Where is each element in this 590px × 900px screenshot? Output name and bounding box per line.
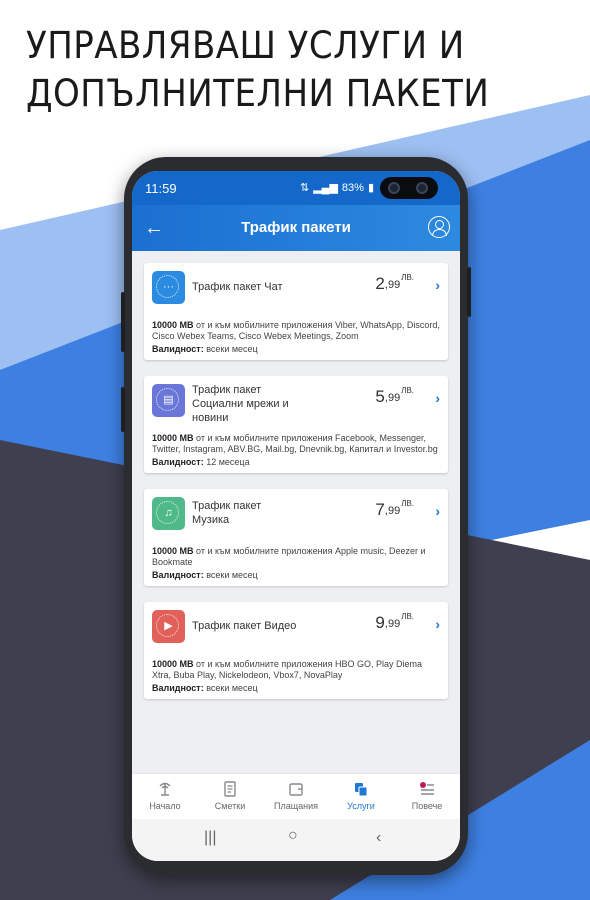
front-camera	[380, 177, 438, 199]
bill-icon	[224, 781, 236, 797]
chevron-right-icon[interactable]: ›	[435, 503, 440, 519]
package-name: Трафик пакет Чат	[192, 281, 283, 293]
system-navigation-bar: ||| ○ ‹	[132, 819, 460, 861]
package-card-music[interactable]: ♫ Трафик пакет Музика 7,99ЛВ. › 10000 MB…	[144, 489, 448, 586]
services-icon	[355, 783, 368, 797]
package-card-social[interactable]: ▤ Трафик пакет Социални мрежи и новини 5…	[144, 376, 448, 473]
nav-label: Начало	[149, 801, 181, 811]
package-description: 10000 MB от и към мобилните приложения A…	[152, 546, 426, 567]
nav-item-payments[interactable]: Плащания	[266, 780, 326, 811]
package-price: 5,99ЛВ.	[375, 386, 414, 406]
bixby-button	[121, 387, 125, 432]
packages-list: ··· Трафик пакет Чат 2,99ЛВ. › 10000 MB …	[132, 251, 460, 773]
newspaper-icon: ▤	[152, 384, 185, 417]
phone-frame: 11:59 ⇅ ▂▄▆ 83% ▮ ← Трафик пакети ··· Тр…	[121, 157, 471, 875]
battery-percent: 83%	[341, 181, 364, 194]
nav-item-more[interactable]: Повече	[397, 780, 457, 811]
package-description: 10000 MB от и към мобилните приложения H…	[152, 659, 422, 680]
power-button	[467, 267, 471, 317]
page-title: Трафик пакети	[241, 219, 351, 236]
package-validity: Валидност: всеки месец	[152, 570, 258, 580]
package-description: 10000 MB от и към мобилните приложения V…	[152, 320, 440, 341]
home-antenna-icon	[159, 782, 171, 796]
nav-item-services[interactable]: Услуги	[331, 780, 391, 811]
video-play-icon: ▶	[152, 610, 185, 643]
package-price: 7,99ЛВ.	[375, 499, 414, 519]
chevron-right-icon[interactable]: ›	[435, 390, 440, 406]
nav-label: Услуги	[347, 801, 375, 811]
package-card-video[interactable]: ▶ Трафик пакет Видео 9,99ЛВ. › 10000 MB …	[144, 602, 448, 699]
app-bar: ← Трафик пакети	[132, 205, 460, 251]
wallet-icon	[289, 783, 303, 796]
bottom-navigation: Начало Сметки Плащания Услуги Повече	[132, 773, 460, 819]
status-time: 11:59	[145, 181, 177, 196]
system-back-icon[interactable]: ‹	[376, 829, 381, 847]
signal-icon: ▂▄▆	[313, 182, 338, 194]
chat-icon: ···	[152, 271, 185, 304]
chevron-right-icon[interactable]: ›	[435, 616, 440, 632]
more-menu-icon	[420, 782, 434, 795]
package-description: 10000 MB от и към мобилните приложения F…	[152, 433, 438, 454]
headphones-icon: ♫	[152, 497, 185, 530]
chevron-right-icon[interactable]: ›	[435, 277, 440, 293]
package-validity: Валидност: всеки месец	[152, 344, 258, 354]
camera-lens-icon	[388, 182, 400, 194]
status-bar: 11:59 ⇅ ▂▄▆ 83% ▮	[132, 171, 460, 205]
package-name: Трафик пакет Социални мрежи и новини	[192, 384, 289, 424]
package-validity: Валидност: 12 месеца	[152, 457, 250, 467]
nav-label: Плащания	[273, 801, 318, 811]
headline-line-1: УПРАВЛЯВАШ УСЛУГИ И	[26, 24, 465, 67]
status-indicators: ⇅ ▂▄▆ 83% ▮	[299, 181, 374, 195]
wifi-icon: ⇅	[299, 182, 310, 194]
home-button-icon[interactable]: ○	[288, 827, 298, 845]
package-name: Трафик пакет Видео	[192, 620, 297, 632]
package-price: 2,99ЛВ.	[375, 273, 414, 293]
nav-label: Сметки	[214, 801, 246, 811]
headline-line-2: ДОПЪЛНИТЕЛНИ ПАКЕТИ	[26, 72, 490, 115]
promo-headline: УПРАВЛЯВАШ УСЛУГИ И ДОПЪЛНИТЕЛНИ ПАКЕТИ	[26, 22, 532, 118]
package-card-chat[interactable]: ··· Трафик пакет Чат 2,99ЛВ. › 10000 MB …	[144, 263, 448, 360]
battery-icon: ▮	[367, 182, 374, 194]
package-price: 9,99ЛВ.	[375, 612, 414, 632]
profile-icon[interactable]	[428, 216, 450, 238]
package-name: Трафик пакет Музика	[192, 500, 262, 526]
phone-screen: 11:59 ⇅ ▂▄▆ 83% ▮ ← Трафик пакети ··· Тр…	[132, 171, 460, 861]
nav-item-home[interactable]: Начало	[135, 780, 195, 811]
nav-label: Повече	[411, 801, 443, 811]
recents-icon[interactable]: |||	[204, 829, 216, 847]
volume-button	[121, 292, 125, 352]
camera-lens-icon	[416, 182, 428, 194]
package-validity: Валидност: всеки месец	[152, 683, 258, 693]
nav-item-bills[interactable]: Сметки	[200, 780, 260, 811]
